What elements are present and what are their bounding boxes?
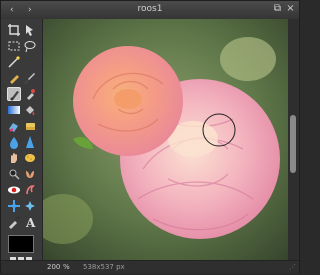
move-icon[interactable] <box>23 23 37 37</box>
foreground-color-swatch[interactable] <box>8 235 34 253</box>
smudge-icon[interactable] <box>7 151 21 165</box>
red-eye-icon[interactable] <box>7 183 21 197</box>
tools-panel: A <box>1 19 43 271</box>
title-bar: ‹ › roos1 ⧉ × <box>1 1 299 20</box>
close-icon[interactable]: × <box>285 4 296 15</box>
resize-handle-icon[interactable]: ⋰ <box>289 263 296 271</box>
eyedropper-icon[interactable] <box>7 215 21 229</box>
dodge-icon[interactable] <box>7 167 21 181</box>
paint-bucket-icon[interactable] <box>23 103 37 117</box>
blur-icon[interactable] <box>7 135 21 149</box>
marquee-select-icon[interactable] <box>7 39 21 53</box>
eraser-icon[interactable] <box>23 119 37 133</box>
image-dimensions: 538x537 px <box>83 263 125 271</box>
pencil-icon[interactable] <box>7 71 21 85</box>
maximize-icon[interactable]: ⧉ <box>272 4 283 15</box>
zoom-unit: % <box>63 263 70 271</box>
image-editor-window: ‹ › roos1 ⧉ × A 200 % 538x537 px ⋰ <box>0 0 300 273</box>
image-canvas[interactable] <box>43 19 288 260</box>
svg-text:A: A <box>25 216 36 229</box>
color-replace-icon[interactable] <box>7 87 21 101</box>
eyedropper-replace-icon[interactable] <box>23 87 37 101</box>
vertical-scrollbar[interactable] <box>288 19 299 260</box>
crop-icon[interactable] <box>7 23 21 37</box>
rose-photo <box>43 19 288 260</box>
lasso-icon[interactable] <box>23 39 37 53</box>
brush-icon[interactable] <box>23 71 37 85</box>
sharpen-icon[interactable] <box>23 135 37 149</box>
zoom-level[interactable]: 200 <box>47 263 60 271</box>
text-icon[interactable]: A <box>23 215 37 229</box>
sponge-icon[interactable] <box>23 151 37 165</box>
spherize-icon[interactable] <box>23 199 37 213</box>
burn-icon[interactable] <box>23 167 37 181</box>
gradient-icon[interactable] <box>7 103 21 117</box>
vertical-scroll-thumb[interactable] <box>290 115 296 173</box>
magic-wand-icon[interactable] <box>7 55 21 69</box>
document-title: roos1 <box>137 4 163 14</box>
bloat-icon[interactable] <box>23 183 37 197</box>
clone-stamp-icon[interactable] <box>7 119 21 133</box>
status-bar: 200 % 538x537 px ⋰ <box>1 260 299 273</box>
pinch-icon[interactable] <box>7 199 21 213</box>
